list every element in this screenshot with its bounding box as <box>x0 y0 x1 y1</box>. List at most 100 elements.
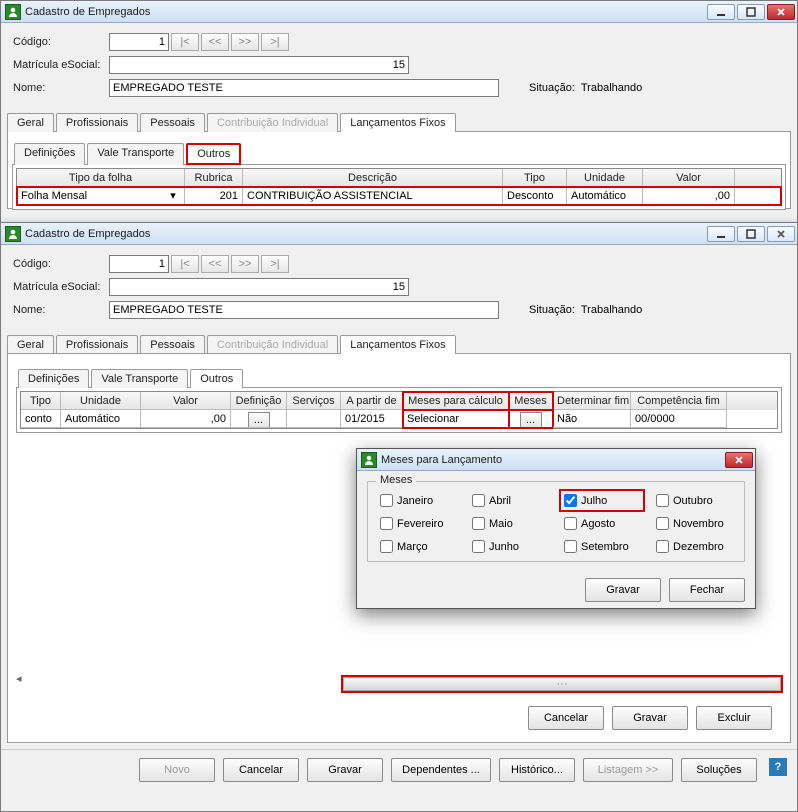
dialog-titlebar[interactable]: Meses para Lançamento <box>357 449 755 471</box>
chk-abril[interactable]: Abril <box>470 492 550 509</box>
checkbox-out[interactable] <box>656 494 669 507</box>
col-unidade[interactable]: Unidade <box>61 392 141 410</box>
cell-descricao[interactable]: CONTRIBUIÇÃO ASSISTENCIAL <box>243 187 503 205</box>
nav-last-button[interactable]: >| <box>261 255 289 273</box>
nome-field[interactable]: EMPREGADO TESTE <box>109 79 499 97</box>
cell-valor[interactable]: ,00 <box>141 410 231 428</box>
titlebar-main[interactable]: Cadastro de Empregados <box>1 223 797 245</box>
col-meses-calc[interactable]: Meses para cálculo <box>403 392 509 410</box>
tab-pessoais[interactable]: Pessoais <box>140 113 205 132</box>
chk-marco[interactable]: Março <box>378 538 458 555</box>
cell-unidade[interactable]: Automático <box>61 410 141 428</box>
nome-field[interactable]: EMPREGADO TESTE <box>109 301 499 319</box>
tab-lancamentos[interactable]: Lançamentos Fixos <box>340 113 455 132</box>
subtab-definicoes[interactable]: Definições <box>14 143 85 165</box>
cell-rubrica[interactable]: 201 <box>185 187 243 205</box>
tab-pessoais[interactable]: Pessoais <box>140 335 205 354</box>
historico-button[interactable]: Histórico... <box>499 758 575 782</box>
col-descricao[interactable]: Descrição <box>243 169 503 187</box>
grid-row-1[interactable]: Folha Mensal ▾ 201 CONTRIBUIÇÃO ASSISTEN… <box>17 187 781 205</box>
tab-profissionais[interactable]: Profissionais <box>56 335 138 354</box>
cell-unidade[interactable]: Automático <box>567 187 643 205</box>
col-valor[interactable]: Valor <box>141 392 231 410</box>
checkbox-mar[interactable] <box>380 540 393 553</box>
maximize-button[interactable] <box>737 4 765 20</box>
col-determinar[interactable]: Determinar fim <box>553 392 631 410</box>
chk-fevereiro[interactable]: Fevereiro <box>378 515 458 532</box>
subtab-vale[interactable]: Vale Transporte <box>87 143 184 165</box>
cell-determinar[interactable]: Não <box>553 410 631 428</box>
cell-meses-calc[interactable]: Selecionar <box>403 410 509 428</box>
checkbox-dez[interactable] <box>656 540 669 553</box>
minimize-button[interactable] <box>707 226 735 242</box>
tab-geral[interactable]: Geral <box>7 335 54 354</box>
horizontal-scrollbar[interactable]: ··· <box>342 676 782 692</box>
subtab-definicoes[interactable]: Definições <box>18 369 89 388</box>
col-servicos[interactable]: Serviços <box>287 392 341 410</box>
gravar-button[interactable]: Gravar <box>307 758 383 782</box>
codigo-field[interactable]: 1 <box>109 33 169 51</box>
cancelar-button[interactable]: Cancelar <box>528 706 604 730</box>
nav-first-button[interactable]: |< <box>171 255 199 273</box>
nav-prev-button[interactable]: << <box>201 33 229 51</box>
close-button[interactable] <box>767 4 795 20</box>
col-tipo[interactable]: Tipo <box>21 392 61 410</box>
grid-row[interactable]: conto Automático ,00 ... 01/2015 Selecio… <box>21 410 777 428</box>
scroll-left-arrow[interactable]: ◂ <box>16 672 22 685</box>
minimize-button[interactable] <box>707 4 735 20</box>
col-tipo-folha[interactable]: Tipo da folha <box>17 169 185 187</box>
cell-competencia[interactable]: 00/0000 <box>631 410 727 428</box>
definicao-button[interactable]: ... <box>248 412 270 428</box>
col-rubrica[interactable]: Rubrica <box>185 169 243 187</box>
subtab-vale[interactable]: Vale Transporte <box>91 369 188 388</box>
dependentes-button[interactable]: Dependentes ... <box>391 758 491 782</box>
chk-agosto[interactable]: Agosto <box>562 515 642 532</box>
nav-last-button[interactable]: >| <box>261 33 289 51</box>
chk-setembro[interactable]: Setembro <box>562 538 642 555</box>
checkbox-fev[interactable] <box>380 517 393 530</box>
col-apartir[interactable]: A partir de <box>341 392 403 410</box>
subtab-outros[interactable]: Outros <box>186 143 241 165</box>
chk-julho[interactable]: Julho <box>562 492 642 509</box>
gravar-button[interactable]: Gravar <box>612 706 688 730</box>
maximize-button[interactable] <box>737 226 765 242</box>
cell-tipo[interactable]: conto <box>21 410 61 428</box>
matricula-field[interactable]: 15 <box>109 56 409 74</box>
tab-geral[interactable]: Geral <box>7 113 54 132</box>
tab-lancamentos[interactable]: Lançamentos Fixos <box>340 335 455 354</box>
listagem-button[interactable]: Listagem >> <box>583 758 673 782</box>
dialog-fechar-button[interactable]: Fechar <box>669 578 745 602</box>
checkbox-mai[interactable] <box>472 517 485 530</box>
chk-janeiro[interactable]: Janeiro <box>378 492 458 509</box>
titlebar-top[interactable]: Cadastro de Empregados <box>1 1 797 23</box>
checkbox-abr[interactable] <box>472 494 485 507</box>
col-unidade[interactable]: Unidade <box>567 169 643 187</box>
help-icon[interactable]: ? <box>769 758 787 776</box>
col-definicao[interactable]: Definição <box>231 392 287 410</box>
dialog-gravar-button[interactable]: Gravar <box>585 578 661 602</box>
tab-profissionais[interactable]: Profissionais <box>56 113 138 132</box>
dialog-close-button[interactable] <box>725 452 753 468</box>
cell-tipo[interactable]: Desconto <box>503 187 567 205</box>
col-competencia[interactable]: Competência fim <box>631 392 727 410</box>
solucoes-button[interactable]: Soluções <box>681 758 757 782</box>
nav-next-button[interactable]: >> <box>231 33 259 51</box>
codigo-field[interactable]: 1 <box>109 255 169 273</box>
col-meses[interactable]: Meses <box>509 392 553 410</box>
cell-valor[interactable]: ,00 <box>643 187 735 205</box>
nav-next-button[interactable]: >> <box>231 255 259 273</box>
nav-prev-button[interactable]: << <box>201 255 229 273</box>
cancelar-button[interactable]: Cancelar <box>223 758 299 782</box>
subtab-outros[interactable]: Outros <box>190 369 243 388</box>
col-tipo[interactable]: Tipo <box>503 169 567 187</box>
dropdown-icon[interactable]: ▾ <box>166 189 180 203</box>
nav-first-button[interactable]: |< <box>171 33 199 51</box>
chk-novembro[interactable]: Novembro <box>654 515 734 532</box>
chk-outubro[interactable]: Outubro <box>654 492 734 509</box>
col-valor[interactable]: Valor <box>643 169 735 187</box>
checkbox-nov[interactable] <box>656 517 669 530</box>
checkbox-set[interactable] <box>564 540 577 553</box>
scroll-thumb[interactable]: ··· <box>343 677 781 691</box>
chk-maio[interactable]: Maio <box>470 515 550 532</box>
cell-servicos[interactable] <box>287 410 341 428</box>
